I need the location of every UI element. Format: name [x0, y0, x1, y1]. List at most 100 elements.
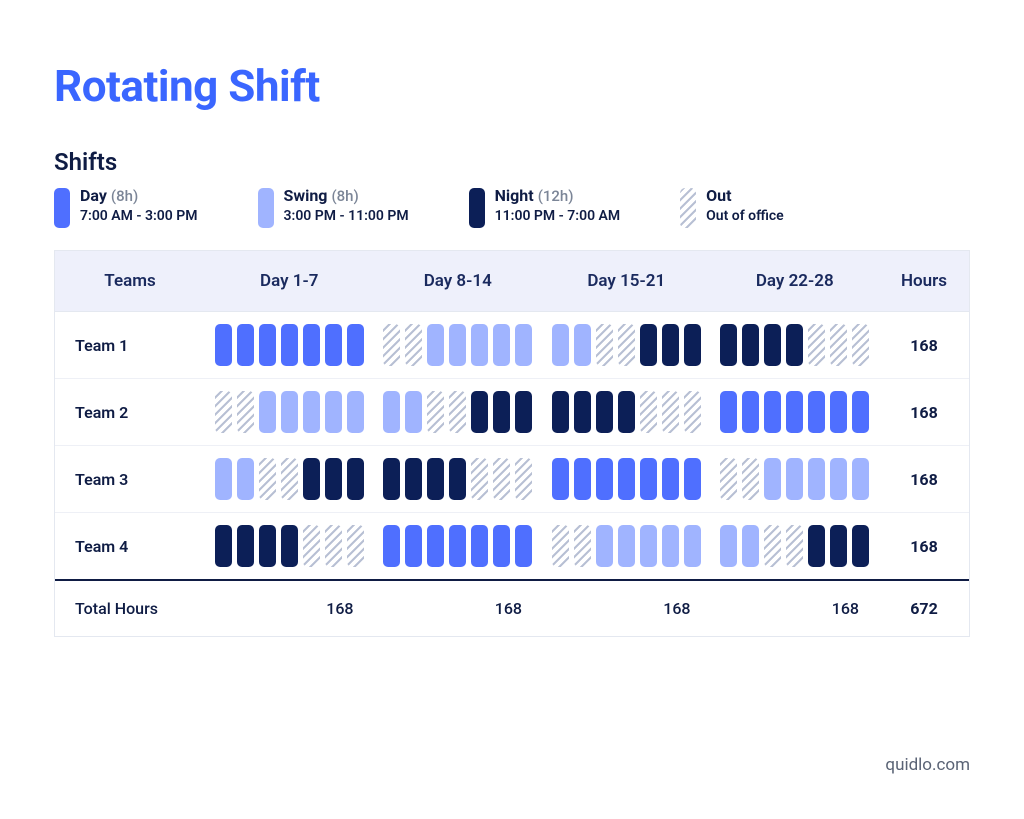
week-cell [542, 446, 711, 512]
shift-pill-night [347, 458, 364, 500]
shift-pill-night [471, 391, 488, 433]
shift-pill-swing [259, 391, 276, 433]
shift-pill-night [515, 391, 532, 433]
shift-pill-swing [405, 391, 422, 433]
shift-pill-swing [325, 391, 342, 433]
shift-pill-night [684, 324, 701, 366]
legend-swatch-night [469, 188, 485, 228]
shift-pill-swing [449, 324, 466, 366]
legend-swatch-swing [258, 188, 274, 228]
table-row: Team 1 168 [55, 312, 969, 379]
shift-pill-day [786, 391, 803, 433]
shift-pill-day [427, 525, 444, 567]
shift-pill-night [493, 391, 510, 433]
legend-item-day: Day(8h)7:00 AM - 3:00 PM [54, 186, 198, 228]
shift-pill-day [347, 324, 364, 366]
legend-swatch-out [680, 188, 696, 228]
shift-pill-out [574, 525, 591, 567]
shift-pill-swing [493, 324, 510, 366]
legend-text-out: Out Out of office [706, 186, 784, 226]
legend-row: Day(8h)7:00 AM - 3:00 PM Swing(8h)3:00 PM… [54, 186, 970, 228]
shift-pill-out [852, 324, 869, 366]
shift-pill-swing [215, 458, 232, 500]
shift-pill-swing [596, 525, 613, 567]
shift-pill-night [786, 324, 803, 366]
schedule-footer-row: Total Hours 168 168 168 168 672 [55, 579, 969, 636]
shift-pill-swing [640, 525, 657, 567]
legend-section: Shifts Day(8h)7:00 AM - 3:00 PM Swing(8h)… [54, 148, 970, 228]
col-week-3: Day 15-21 [542, 251, 711, 311]
week-cell [374, 446, 543, 512]
shift-pill-day [383, 525, 400, 567]
team-hours: 168 [879, 403, 969, 422]
shift-pill-night [808, 525, 825, 567]
team-label: Team 3 [55, 454, 205, 505]
table-row: Team 3 168 [55, 446, 969, 513]
team-label: Team 4 [55, 521, 205, 572]
shift-pill-out [764, 525, 781, 567]
legend-name-out: Out [706, 186, 731, 205]
shift-pill-out [493, 458, 510, 500]
legend-item-swing: Swing(8h)3:00 PM - 11:00 PM [258, 186, 409, 228]
schedule-table: Teams Day 1-7 Day 8-14 Day 15-21 Day 22-… [54, 250, 970, 637]
shift-pill-out [720, 458, 737, 500]
shift-pill-day [303, 324, 320, 366]
shift-pill-swing [786, 458, 803, 500]
legend-item-out: Out Out of office [680, 186, 784, 228]
shift-pill-out [325, 525, 342, 567]
week-2-total: 168 [374, 581, 543, 636]
team-hours: 168 [879, 336, 969, 355]
shift-pill-day [215, 324, 232, 366]
shift-pill-day [596, 458, 613, 500]
shift-pill-out [449, 391, 466, 433]
shift-pill-night [552, 391, 569, 433]
shift-pill-night [662, 324, 679, 366]
shift-pill-day [471, 525, 488, 567]
legend-text-night: Night(12h)11:00 PM - 7:00 AM [495, 186, 621, 226]
team-hours: 168 [879, 470, 969, 489]
shift-pill-out [808, 324, 825, 366]
legend-title: Shifts [54, 148, 970, 176]
week-cell [205, 379, 374, 445]
week-cell [542, 312, 711, 378]
shift-pill-day [742, 391, 759, 433]
week-cell [374, 513, 543, 579]
shift-pill-out [618, 324, 635, 366]
week-cell [711, 379, 880, 445]
week-cell [542, 513, 711, 579]
shift-pill-day [325, 324, 342, 366]
col-week-2: Day 8-14 [374, 251, 543, 311]
total-hours-label: Total Hours [55, 581, 205, 636]
shift-pill-day [515, 525, 532, 567]
shift-pill-day [830, 391, 847, 433]
week-3-total: 168 [542, 581, 711, 636]
shift-pill-night [281, 525, 298, 567]
shift-pill-night [405, 458, 422, 500]
team-label: Team 2 [55, 387, 205, 438]
shift-pill-day [662, 458, 679, 500]
week-cell [205, 312, 374, 378]
team-label: Team 1 [55, 320, 205, 371]
week-cell [542, 379, 711, 445]
shift-pill-swing [742, 525, 759, 567]
week-cell [205, 446, 374, 512]
shift-pill-out [303, 525, 320, 567]
team-hours: 168 [879, 537, 969, 556]
legend-swatch-day [54, 188, 70, 228]
table-row: Team 2 168 [55, 379, 969, 446]
legend-sub-day: 7:00 AM - 3:00 PM [80, 208, 198, 226]
shift-pill-swing [303, 391, 320, 433]
legend-text-swing: Swing(8h)3:00 PM - 11:00 PM [284, 186, 409, 226]
legend-name-swing: Swing [284, 186, 328, 205]
shift-pill-swing [830, 458, 847, 500]
col-teams: Teams [55, 251, 205, 311]
shift-pill-night [830, 525, 847, 567]
shift-pill-night [852, 525, 869, 567]
legend-sub-out: Out of office [706, 208, 784, 226]
legend-name-night: Night [495, 186, 534, 205]
table-row: Team 4 168 [55, 513, 969, 579]
legend-sub-swing: 3:00 PM - 11:00 PM [284, 208, 409, 226]
week-cell [711, 312, 880, 378]
shift-pill-swing [427, 324, 444, 366]
col-hours: Hours [879, 251, 969, 311]
